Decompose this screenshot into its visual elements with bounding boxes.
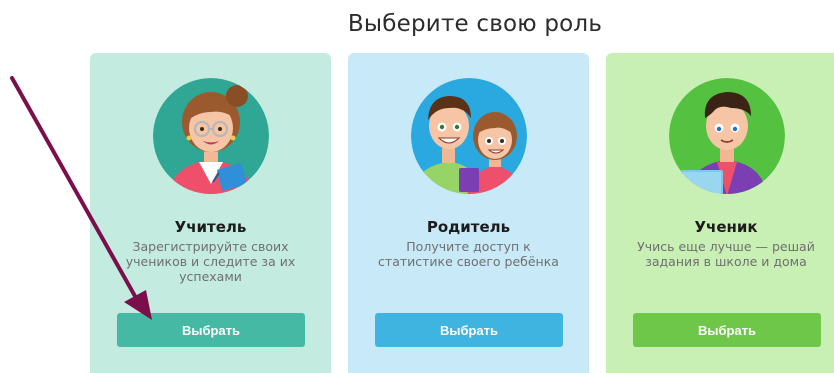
select-student-button[interactable]: Выбрать — [633, 313, 821, 347]
select-teacher-button[interactable]: Выбрать — [117, 313, 305, 347]
role-title-teacher: Учитель — [174, 218, 247, 236]
role-card-student: Ученик Учись еще лучше — решай задания в… — [606, 53, 834, 373]
role-title-student: Ученик — [694, 218, 758, 236]
select-parent-button[interactable]: Выбрать — [375, 313, 563, 347]
role-card-teacher: Учитель Зарегистрируйте своих учеников и… — [90, 53, 331, 373]
role-description-student: Учись еще лучше — решай задания в школе … — [637, 239, 815, 269]
role-description-parent: Получите доступ к статистике своего ребё… — [378, 239, 559, 269]
page-title: Выберите свою роль — [347, 11, 603, 37]
role-card-parent: Родитель Получите доступ к статистике св… — [348, 53, 589, 373]
parents-avatar-icon — [411, 78, 527, 194]
teacher-avatar-icon — [153, 78, 269, 194]
student-avatar-icon — [669, 78, 785, 194]
role-description-teacher: Зарегистрируйте своих учеников и следите… — [125, 239, 296, 284]
role-title-parent: Родитель — [426, 218, 511, 236]
